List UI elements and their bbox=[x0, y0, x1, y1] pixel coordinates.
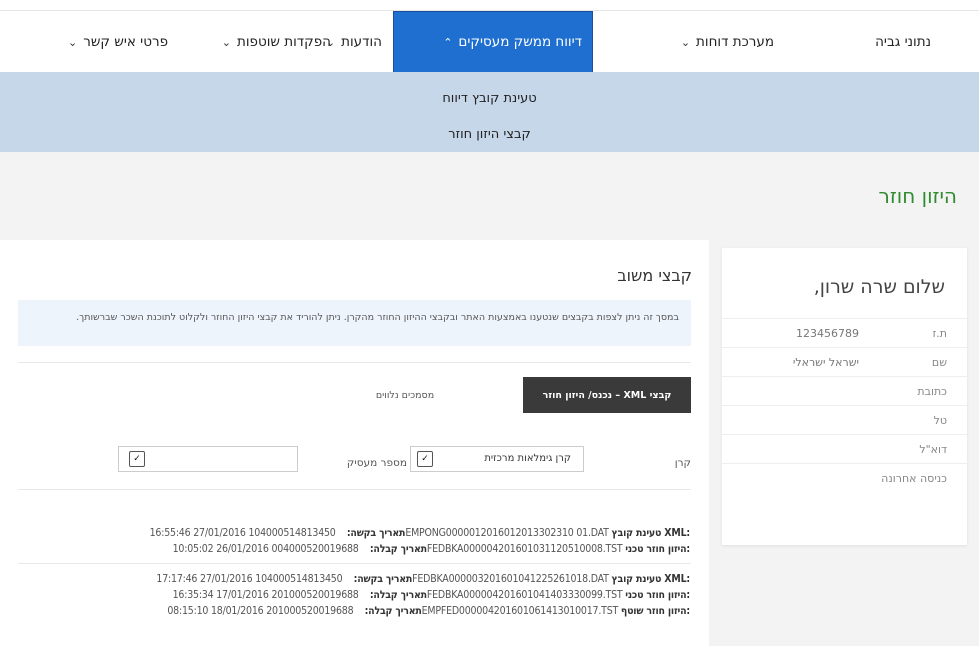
nav-label: מערכת דוחות bbox=[696, 34, 774, 50]
submenu-item-feedback-files[interactable]: קבצי היזון חוזר bbox=[0, 127, 979, 142]
page-banner: היזון חוזר bbox=[0, 152, 979, 240]
chevron-down-icon: ⌄ bbox=[68, 35, 78, 49]
field-label: כתובת bbox=[917, 385, 947, 398]
record-file-name[interactable]: 104000514813450FEDBKA0000032016010412252… bbox=[255, 573, 609, 585]
nav-label: פרטי איש קשר bbox=[83, 34, 168, 50]
record-file-name[interactable]: 004000520019688FEDBKA0000042016010311205… bbox=[271, 543, 622, 555]
field-label: שם bbox=[931, 356, 947, 369]
record-file-name[interactable]: 201000520019688EMPFED0000042016010614130… bbox=[266, 605, 618, 617]
record-date: 16:55:46 27/01/2016 bbox=[149, 527, 246, 539]
nav-item-collections[interactable]: נתוני גביה bbox=[875, 11, 931, 73]
nav-label: הפקדות שוטפות bbox=[236, 34, 331, 50]
divider bbox=[18, 563, 691, 564]
record-type-label: טעינת קובץ XML: bbox=[611, 573, 691, 585]
record-line[interactable]: 10:05:02 26/01/2016 תאריך קבלה: 00400052… bbox=[0, 543, 691, 555]
chevron-down-icon: ⌄ bbox=[680, 35, 691, 49]
field-value: 123456789 bbox=[796, 327, 859, 340]
record-date: 16:35:34 17/01/2016 bbox=[172, 589, 269, 601]
nav-label: נתוני גביה bbox=[875, 34, 931, 50]
tab-xml-files[interactable]: קבצי XML – נכנס/ היזון חוזר bbox=[523, 377, 691, 413]
field-label: כניסה אחרונה bbox=[881, 472, 947, 485]
record-file-name[interactable]: 104000514813450EMPONG0000012016012013302… bbox=[248, 527, 608, 539]
user-field-phone: טל bbox=[722, 405, 967, 434]
user-field-name: שם ישראל ישראלי bbox=[722, 347, 967, 376]
record-type-label: היזון חוזר טכני: bbox=[625, 589, 690, 601]
record-date-label: תאריך קבלה: bbox=[369, 589, 427, 601]
tab-attached-documents[interactable]: מסמכים נלווים bbox=[340, 377, 470, 413]
employer-number-label: מספר מעסיק bbox=[346, 457, 407, 469]
dropdown-arrow-icon[interactable]: ✓ bbox=[129, 451, 145, 467]
fund-label: קרן bbox=[674, 457, 691, 469]
fund-select[interactable]: קרן גימלאות מרכזית ✓ bbox=[410, 446, 584, 472]
record-date-label: תאריך קבלה: bbox=[364, 605, 422, 617]
record-date: 08:15:10 18/01/2016 bbox=[167, 605, 264, 617]
nav-label: דיווח ממשק מעסיקים bbox=[458, 34, 582, 50]
chevron-down-icon: ⌄ bbox=[221, 35, 231, 49]
user-card: שלום שרה שרון, ת.ז 123456789 שם ישראל יש… bbox=[722, 248, 967, 545]
field-label: ת.ז bbox=[932, 327, 947, 340]
divider bbox=[18, 489, 691, 490]
record-type-label: טעינת קובץ XML: bbox=[611, 527, 691, 539]
user-field-email: דוא"ל bbox=[722, 434, 967, 463]
user-field-last-login: כניסה אחרונה bbox=[722, 463, 967, 492]
record-file-name[interactable]: 201000520019688FEDBKA0000042016010414033… bbox=[271, 589, 622, 601]
field-value: ישראל ישראלי bbox=[792, 356, 859, 369]
nav-item-contact-details[interactable]: פרטי איש קשר ⌄ bbox=[68, 11, 168, 73]
user-field-address: כתובת bbox=[722, 376, 967, 405]
record-line[interactable]: 17:17:46 27/01/2016 תאריך בקשה: 10400051… bbox=[0, 573, 690, 585]
record-line[interactable]: 16:55:46 27/01/2016 תאריך בקשה: 10400051… bbox=[0, 527, 691, 539]
field-label: דוא"ל bbox=[919, 443, 947, 456]
submenu-item-load-report[interactable]: טעינת קובץ דיווח bbox=[0, 91, 979, 106]
record-line[interactable]: 08:15:10 18/01/2016 תאריך קבלה: 20100052… bbox=[0, 605, 690, 617]
chevron-up-icon: ⌃ bbox=[443, 35, 453, 49]
employer-number-select[interactable]: ✓ bbox=[118, 446, 298, 472]
user-greeting: שלום שרה שרון, bbox=[813, 276, 945, 298]
record-date-label: תאריך קבלה: bbox=[369, 543, 427, 555]
submenu: טעינת קובץ דיווח קבצי היזון חוזר bbox=[0, 72, 979, 152]
record-date: 17:17:46 27/01/2016 bbox=[156, 573, 253, 585]
record-date: 10:05:02 26/01/2016 bbox=[172, 543, 269, 555]
top-nav: נתוני גביה מערכת דוחות ⌄ דיווח ממשק מעסי… bbox=[0, 10, 979, 73]
section-title: קבצי משוב bbox=[617, 266, 692, 285]
nav-item-messages[interactable]: הודעות ⌄ bbox=[326, 11, 382, 73]
page-title: היזון חוזר bbox=[878, 184, 957, 208]
nav-label: הודעות bbox=[341, 34, 382, 50]
info-box: במסך זה ניתן לצפות בקבצים שנטענו באמצעות… bbox=[18, 300, 691, 346]
field-label: טל bbox=[933, 414, 947, 427]
divider bbox=[18, 362, 691, 363]
nav-item-reports[interactable]: מערכת דוחות ⌄ bbox=[681, 11, 774, 73]
fund-select-value: קרן גימלאות מרכזית bbox=[484, 453, 571, 464]
record-line[interactable]: 16:35:34 17/01/2016 תאריך קבלה: 20100052… bbox=[0, 589, 691, 601]
record-date-label: תאריך בקשה: bbox=[346, 527, 406, 539]
nav-item-employer-interface[interactable]: דיווח ממשק מעסיקים ⌃ bbox=[393, 11, 593, 73]
record-date-label: תאריך בקשה: bbox=[353, 573, 413, 585]
dropdown-arrow-icon[interactable]: ✓ bbox=[417, 451, 433, 467]
record-type-label: היזון חוזר טכני: bbox=[625, 543, 690, 555]
record-type-label: היזון חוזר שוטף: bbox=[620, 605, 690, 617]
user-field-id: ת.ז 123456789 bbox=[722, 318, 967, 347]
nav-item-ongoing-deposits[interactable]: הפקדות שוטפות ⌄ bbox=[222, 11, 331, 73]
